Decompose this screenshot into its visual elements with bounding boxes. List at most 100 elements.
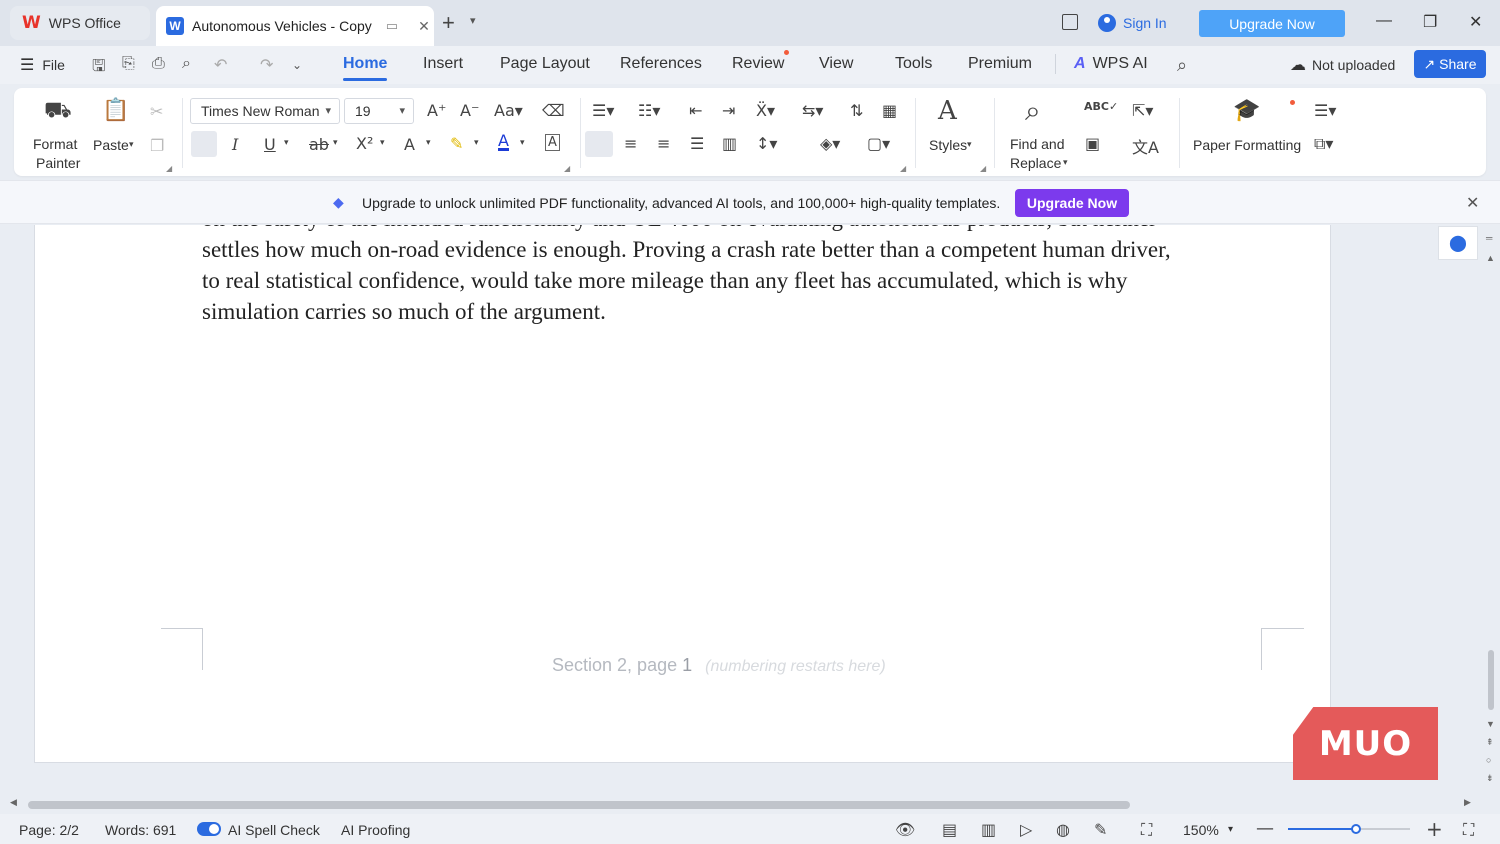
highlight-chevron-icon[interactable]: ▾ xyxy=(474,138,479,148)
clear-format-icon[interactable]: ⌫ xyxy=(542,101,565,120)
select-icon[interactable]: ⇱▾ xyxy=(1132,101,1153,120)
export-pdf-icon[interactable]: ⎘ xyxy=(122,55,135,73)
undo-icon[interactable]: ↶ xyxy=(214,55,227,75)
translate-icon[interactable]: 文A xyxy=(1132,134,1159,158)
find-replace-chevron-icon[interactable]: ▾ xyxy=(1063,158,1068,168)
change-case-icon[interactable]: Aa▾ xyxy=(494,101,523,120)
tab-insert[interactable]: Insert xyxy=(423,55,463,73)
upgrade-now-top-button[interactable]: Upgrade Now xyxy=(1199,10,1345,37)
highlight-icon[interactable]: ✎ xyxy=(450,134,463,153)
fullscreen-icon[interactable]: ⛶ xyxy=(1463,820,1474,840)
font-expand-icon[interactable]: ◢ xyxy=(564,164,570,173)
new-tab-icon[interactable]: + xyxy=(442,10,455,36)
paper-formatting-button[interactable]: Paper Formatting xyxy=(1193,137,1301,153)
web-view-icon[interactable]: ◍ xyxy=(1056,820,1070,839)
shapes-icon[interactable]: ⧉▾ xyxy=(1314,134,1333,154)
superscript-icon[interactable]: X² xyxy=(356,134,373,153)
location-pin-icon[interactable]: ⬤ xyxy=(1438,226,1478,260)
ai-spell-check-label[interactable]: AI Spell Check xyxy=(228,822,320,838)
format-painter-icon[interactable]: ⛟ xyxy=(44,98,72,126)
text-layout-icon[interactable]: ☰▾ xyxy=(1314,101,1336,120)
cut-icon[interactable]: ✂ xyxy=(150,102,163,121)
previous-page-icon[interactable]: ⇞ xyxy=(1486,737,1494,748)
find-replace-label-1[interactable]: Find and xyxy=(1010,136,1064,152)
justify-icon[interactable]: ☰ xyxy=(690,134,704,153)
paste-chevron-icon[interactable]: ▾ xyxy=(129,140,134,150)
word-count-icon[interactable]: ▣ xyxy=(1085,134,1100,153)
scroll-right-icon[interactable]: ▶ xyxy=(1464,797,1471,808)
copy-icon[interactable]: ❐ xyxy=(150,136,164,155)
window-switch-icon[interactable] xyxy=(1062,14,1078,30)
zoom-chevron-icon[interactable]: ▾ xyxy=(1228,824,1233,835)
page-view-icon[interactable]: ▤ xyxy=(942,820,957,839)
fit-page-icon[interactable]: ⛶ xyxy=(1141,820,1152,840)
underline-icon[interactable]: U xyxy=(264,135,276,154)
zoom-out-icon[interactable]: — xyxy=(1256,818,1274,839)
text-effect-icon[interactable]: A xyxy=(404,135,415,154)
tab-home[interactable]: Home xyxy=(343,55,388,81)
close-banner-icon[interactable]: ✕ xyxy=(1466,193,1479,213)
play-icon[interactable]: ▷ xyxy=(1020,820,1032,839)
tab-list-chevron-icon[interactable]: ▾ xyxy=(470,14,476,27)
horizontal-scrollbar[interactable]: ◀ ▶ xyxy=(0,797,1482,813)
tab-premium[interactable]: Premium xyxy=(968,55,1032,73)
paragraph-expand-icon[interactable]: ◢ xyxy=(900,164,906,173)
print-preview-icon[interactable]: ⌕ xyxy=(182,55,191,73)
zoom-in-icon[interactable]: + xyxy=(1426,817,1443,841)
zoom-slider[interactable] xyxy=(1288,824,1410,834)
strikethrough-icon[interactable]: ab xyxy=(309,135,329,154)
format-painter-label-2[interactable]: Painter xyxy=(36,155,80,171)
decrease-font-icon[interactable]: A⁻ xyxy=(460,101,479,120)
vertical-scroll-thumb[interactable] xyxy=(1488,650,1494,710)
restore-icon[interactable]: ❐ xyxy=(1423,12,1437,32)
pen-icon[interactable]: ✎ xyxy=(1094,820,1107,839)
text-direction-icon[interactable]: ⇆▾ xyxy=(802,101,823,120)
ai-spell-check-toggle[interactable] xyxy=(197,822,221,836)
align-center-icon[interactable]: ≡ xyxy=(624,134,637,153)
horizontal-scroll-thumb[interactable] xyxy=(28,801,1130,809)
monitor-icon[interactable]: ▭ xyxy=(386,18,398,34)
upgrade-now-banner-button[interactable]: Upgrade Now xyxy=(1015,189,1129,217)
increase-indent-icon[interactable]: ⇥ xyxy=(722,101,735,120)
page-footer[interactable]: Section 2, page 1 (numbering restarts he… xyxy=(552,655,886,676)
distribute-icon[interactable]: ▥ xyxy=(722,134,737,153)
styles-button[interactable]: Styles xyxy=(929,137,967,153)
show-marks-icon[interactable]: ▦ xyxy=(882,101,897,120)
tab-view[interactable]: View xyxy=(819,55,853,73)
spell-check-icon[interactable]: ABC✓ xyxy=(1084,100,1118,113)
print-icon[interactable]: ⎙ xyxy=(152,55,165,73)
document-page[interactable]: on the safety of the intended functional… xyxy=(34,225,1331,763)
tab-document[interactable]: W Autonomous Vehicles - Copy ▭ ✕ xyxy=(156,6,434,46)
paper-formatting-icon[interactable]: 🎓 xyxy=(1233,98,1260,123)
zoom-slider-knob[interactable] xyxy=(1351,824,1362,834)
tab-tools[interactable]: Tools xyxy=(895,55,932,73)
ai-proofing-label[interactable]: AI Proofing xyxy=(341,822,410,838)
cloud-status-button[interactable]: ☁ Not uploaded xyxy=(1290,55,1395,75)
share-button[interactable]: ↗ Share xyxy=(1414,50,1486,78)
line-spacing-icon[interactable]: ↕▾ xyxy=(756,134,777,153)
tab-page-layout[interactable]: Page Layout xyxy=(500,55,590,73)
tab-review[interactable]: Review xyxy=(732,55,784,73)
vertical-scrollbar[interactable]: ═ ▲ ▼ ⇞ ○ ⇟ xyxy=(1484,225,1498,795)
redo-icon[interactable]: ↷ xyxy=(260,55,273,75)
numbering-icon[interactable]: ☷▾ xyxy=(638,101,660,120)
file-menu[interactable]: ☰ File xyxy=(20,55,65,75)
increase-font-icon[interactable]: A⁺ xyxy=(427,101,446,120)
strikethrough-chevron-icon[interactable]: ▾ xyxy=(333,138,338,148)
borders-icon[interactable]: ▢▾ xyxy=(867,134,890,153)
sort-icon[interactable]: ⇅ xyxy=(850,101,863,120)
word-count[interactable]: Words: 691 xyxy=(105,822,176,838)
outline-view-icon[interactable]: ▥ xyxy=(981,820,996,839)
paste-button[interactable]: Paste xyxy=(93,137,129,153)
wps-ai-button[interactable]: A WPS AI xyxy=(1074,55,1148,73)
tab-wps-office[interactable]: W WPS Office xyxy=(10,6,150,40)
font-size-combo[interactable]: 19 ▾ xyxy=(344,98,414,124)
page-indicator[interactable]: Page: 2/2 xyxy=(19,822,79,838)
asian-layout-icon[interactable]: Ẍ▾ xyxy=(756,101,775,120)
tab-references[interactable]: References xyxy=(620,55,702,73)
scroll-up-icon[interactable]: ▲ xyxy=(1486,253,1495,263)
zoom-level[interactable]: 150% xyxy=(1183,822,1219,838)
decrease-indent-icon[interactable]: ⇤ xyxy=(689,101,702,120)
format-painter-label-1[interactable]: Format xyxy=(33,136,77,152)
text-effect-chevron-icon[interactable]: ▾ xyxy=(426,138,431,148)
